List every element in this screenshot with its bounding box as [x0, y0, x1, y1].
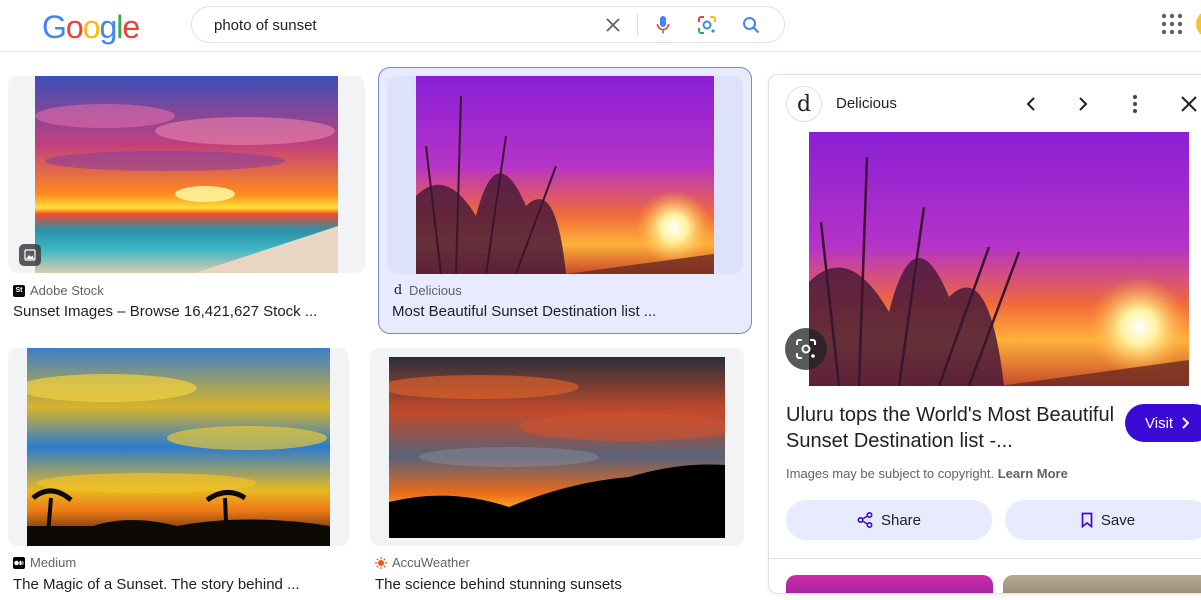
copyright-notice: Images may be subject to copyright. Lear…: [786, 466, 1068, 481]
result-source[interactable]: AccuWeather: [375, 555, 470, 570]
logo-letter: o: [65, 9, 84, 45]
image-result-selected[interactable]: d Delicious Most Beautiful Sunset Destin…: [378, 67, 752, 334]
image-result[interactable]: Medium The Magic of a Sunset. The story …: [8, 340, 350, 600]
source-name: Delicious: [409, 283, 462, 298]
result-caption[interactable]: The science behind stunning sunsets: [375, 576, 622, 593]
thumbnail-frame: [387, 76, 743, 274]
logo-letter: G: [42, 9, 67, 45]
chevron-right-icon[interactable]: [1070, 91, 1096, 117]
clear-icon[interactable]: [601, 13, 625, 37]
panel-divider: [769, 558, 1201, 559]
site-logo[interactable]: d: [786, 86, 822, 122]
voice-search-icon[interactable]: [651, 13, 675, 37]
google-logo[interactable]: Google: [42, 9, 140, 46]
image-preview-panel: d Delicious Uluru tops the World's Most …: [768, 74, 1201, 594]
result-source[interactable]: Medium: [13, 555, 76, 570]
share-button[interactable]: Share: [786, 500, 992, 540]
image-result[interactable]: AccuWeather The science behind stunning …: [370, 340, 745, 600]
image-icon: [19, 244, 41, 266]
search-icon[interactable]: [739, 13, 763, 37]
thumbnail-frame: [8, 348, 349, 546]
medium-icon: [13, 556, 25, 569]
result-caption[interactable]: Most Beautiful Sunset Destination list .…: [392, 303, 656, 320]
search-input[interactable]: [214, 16, 574, 34]
thumbnail-image[interactable]: [389, 357, 725, 538]
logo-letter: g: [99, 9, 117, 45]
logo-letter: o: [82, 9, 101, 45]
bookmark-icon: [1081, 512, 1093, 528]
share-icon: [857, 512, 873, 528]
lens-search-icon[interactable]: [785, 328, 827, 370]
accuweather-icon: [375, 556, 387, 569]
source-name: Medium: [30, 555, 77, 570]
apps-grid-icon[interactable]: [1161, 13, 1183, 35]
related-image[interactable]: [1003, 575, 1201, 593]
result-caption[interactable]: Sunset Images – Browse 16,421,627 Stock …: [13, 303, 317, 320]
search-divider: [637, 14, 638, 36]
chevron-left-icon[interactable]: [1018, 91, 1044, 117]
result-source[interactable]: d Delicious: [392, 283, 462, 298]
delicious-icon: d: [393, 283, 403, 298]
chevron-right-icon: [1182, 417, 1190, 429]
thumbnail-image[interactable]: [416, 76, 714, 274]
visit-label: Visit: [1145, 414, 1174, 432]
close-icon[interactable]: [1176, 91, 1201, 117]
top-bar: Google: [0, 0, 1201, 52]
copyright-text: Images may be subject to copyright.: [786, 466, 995, 481]
image-result[interactable]: St Adobe Stock Sunset Images – Browse 16…: [8, 68, 366, 330]
visit-button[interactable]: Visit: [1125, 404, 1201, 442]
save-label: Save: [1100, 511, 1136, 529]
result-caption[interactable]: The Magic of a Sunset. The story behind …: [13, 576, 300, 593]
search-box[interactable]: [191, 6, 785, 43]
result-source[interactable]: St Adobe Stock: [13, 283, 104, 298]
more-options-icon[interactable]: [1122, 91, 1148, 117]
source-name: Adobe Stock: [30, 283, 104, 298]
thumbnail-image[interactable]: [27, 348, 330, 546]
source-name: AccuWeather: [392, 555, 470, 570]
related-image[interactable]: [786, 575, 993, 593]
logo-letter: e: [122, 9, 140, 45]
lens-icon[interactable]: [695, 13, 719, 37]
account-avatar[interactable]: [1196, 10, 1201, 38]
site-name[interactable]: Delicious: [836, 95, 897, 112]
learn-more-link[interactable]: Learn More: [998, 466, 1068, 481]
save-button[interactable]: Save: [1005, 500, 1201, 540]
preview-title[interactable]: Uluru tops the World's Most Beautiful Su…: [786, 402, 1116, 454]
preview-image[interactable]: [809, 132, 1189, 386]
adobe-stock-icon: St: [13, 284, 25, 297]
share-label: Share: [880, 511, 922, 529]
thumbnail-frame: [8, 76, 365, 273]
thumbnail-frame: [370, 348, 744, 546]
thumbnail-image[interactable]: [35, 76, 338, 273]
